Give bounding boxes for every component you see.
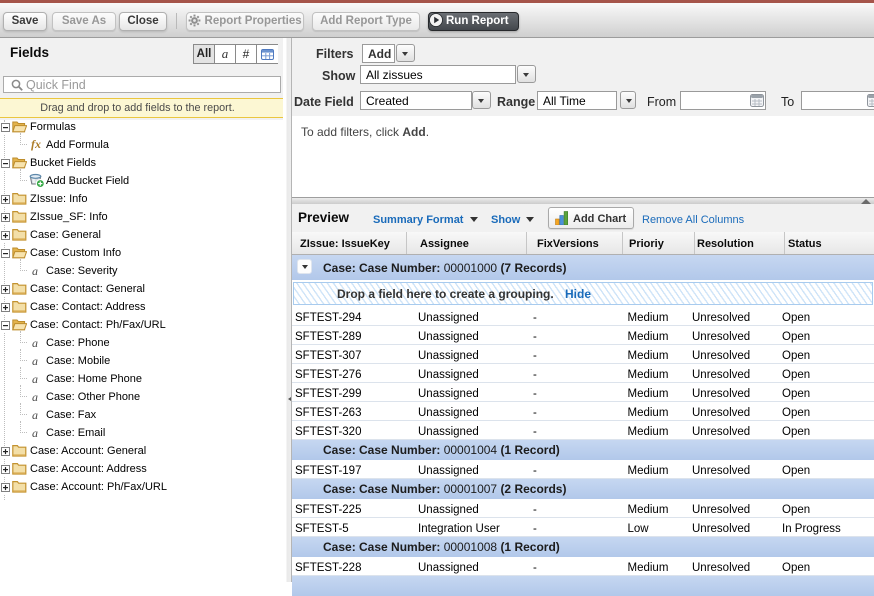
svg-text:a: a [32,409,38,421]
svg-text:a: a [32,265,38,277]
svg-text:a: a [32,337,38,349]
svg-text:a: a [32,373,38,385]
svg-text:a: a [32,427,38,439]
svg-text:a: a [32,355,38,367]
svg-text:a: a [32,391,38,403]
svg-text:fx: fx [31,138,41,151]
